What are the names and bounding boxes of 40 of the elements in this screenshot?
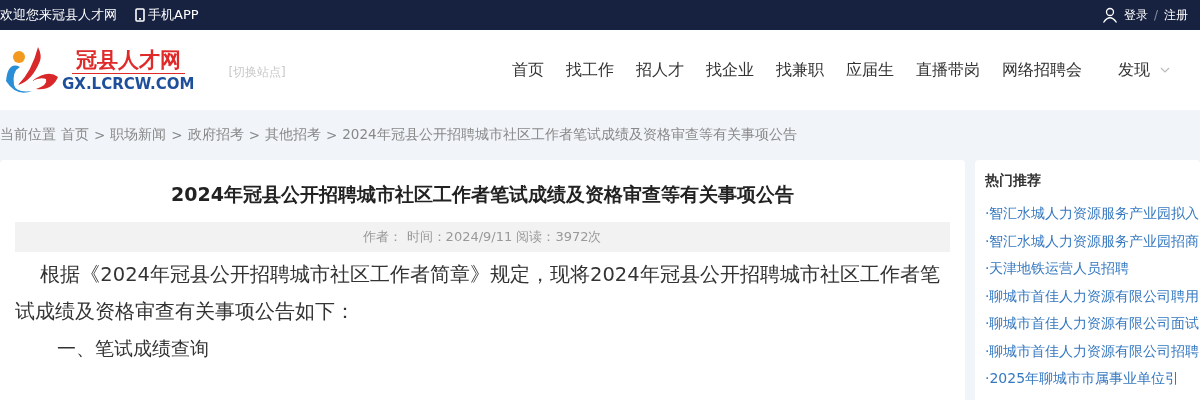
- logo-domain: GX.LCRCW.COM: [62, 73, 195, 94]
- phone-icon: [135, 8, 145, 22]
- breadcrumb-separator: >: [171, 127, 183, 143]
- nav-link[interactable]: 找企业: [706, 59, 754, 81]
- recommended-link[interactable]: ·2025年聊城市市属事业单位引: [985, 365, 1200, 393]
- recommended-link[interactable]: ·智汇水城人力资源服务产业园拟入: [985, 200, 1200, 228]
- breadcrumb-separator: >: [248, 127, 260, 143]
- breadcrumb-label: 当前位置: [0, 126, 56, 144]
- login-link[interactable]: 登录: [1123, 6, 1148, 24]
- article-title: 2024年冠县公开招聘城市社区工作者笔试成绩及资格审查等有关事项公告: [170, 182, 795, 207]
- section-heading: 一、笔试成绩查询: [56, 337, 210, 361]
- breadcrumb-link[interactable]: 首页: [61, 126, 89, 144]
- welcome-text: 欢迎您来冠县人才网: [0, 6, 117, 24]
- nav-link[interactable]: 首页: [512, 59, 544, 81]
- breadcrumb-link[interactable]: 2024年冠县公开招聘城市社区工作者笔试成绩及资格审查等有关事项公告: [342, 126, 797, 144]
- nav-link[interactable]: 发现: [1118, 59, 1170, 81]
- recommended-link[interactable]: ·聊城市首佳人力资源有限公司聘用: [985, 282, 1200, 310]
- article-paragraph: 根据《2024年冠县公开招聘城市社区工作者简章》规定，现将2024年冠县公开招聘城市社区工作者笔试成绩及资格审查有关事项公告如下：: [15, 262, 941, 325]
- register-link[interactable]: 注册: [1164, 6, 1188, 24]
- mobile-app-link[interactable]: 手机APP: [135, 6, 199, 24]
- nav-link[interactable]: 招人才: [636, 59, 684, 81]
- nav-link[interactable]: 直播带岗: [916, 59, 980, 81]
- nav-link[interactable]: 找工作: [566, 59, 614, 81]
- logo-name: 冠县人才网: [71, 46, 185, 74]
- recommended-link[interactable]: ·天津地铁运营人员招聘: [985, 255, 1200, 283]
- user-icon: [1101, 7, 1118, 23]
- recommended-link[interactable]: ·智汇水城人力资源服务产业园招商: [985, 227, 1200, 255]
- nav-link[interactable]: 找兼职: [776, 59, 824, 81]
- article-meta: 作者： 时间：2024/9/11 阅读：3972次: [15, 222, 950, 252]
- nav-link[interactable]: 应届生: [846, 59, 894, 81]
- nav-link[interactable]: 网络招聘会: [1002, 59, 1082, 81]
- breadcrumb-separator: >: [325, 127, 338, 143]
- separator: /: [1153, 8, 1158, 22]
- breadcrumb-link[interactable]: 政府招考: [187, 126, 244, 144]
- breadcrumb-separator: >: [94, 127, 106, 143]
- breadcrumb-link[interactable]: 职场新闻: [110, 126, 167, 144]
- sidebar-title: 热门推荐: [985, 171, 1042, 190]
- recommended-link[interactable]: ·聊城市首佳人力资源有限公司招聘: [985, 337, 1200, 365]
- recommended-link[interactable]: ·聊城市首佳人力资源有限公司面试: [985, 310, 1200, 338]
- breadcrumb-link[interactable]: 其他招考: [264, 126, 321, 144]
